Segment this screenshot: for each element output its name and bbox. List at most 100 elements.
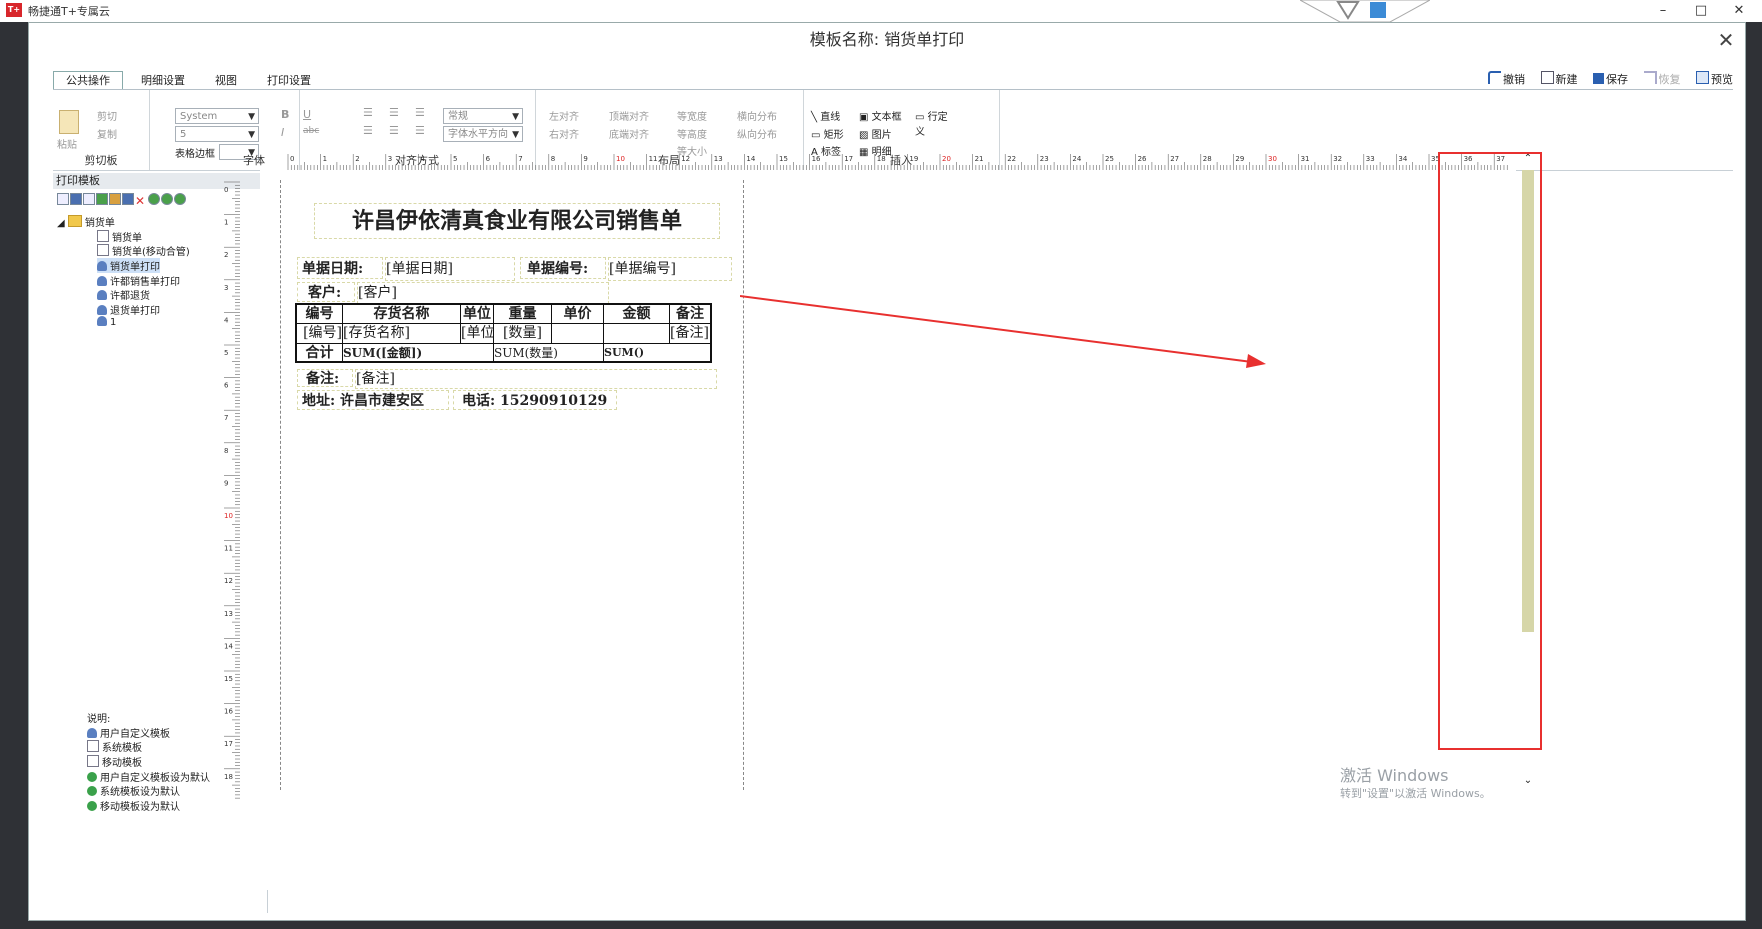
phone-label[interactable]: 电话: 15290910129: [453, 390, 617, 410]
font-name-select[interactable]: System ▼: [175, 108, 259, 124]
layout-right-align[interactable]: 右对齐: [549, 126, 579, 141]
save-template-icon[interactable]: [70, 193, 82, 205]
insert-textbox-button[interactable]: ▣ 文本框: [859, 108, 902, 123]
new-button[interactable]: 新建: [1540, 71, 1578, 87]
text-style-select[interactable]: 常规 ▼: [443, 108, 523, 124]
align-center-icon[interactable]: ☰: [389, 106, 399, 119]
table-body-cell[interactable]: [604, 324, 670, 344]
tab-common[interactable]: 公共操作: [53, 71, 123, 90]
remark-label[interactable]: 备注:: [297, 369, 353, 387]
layout-left-align[interactable]: 左对齐: [549, 108, 579, 123]
redo-button[interactable]: 恢复: [1643, 71, 1681, 87]
copy-button[interactable]: 复制: [97, 126, 117, 141]
ruler-label: 33: [1366, 155, 1375, 163]
layout-h-distribute[interactable]: 横向分布: [737, 108, 777, 123]
text-direction-select[interactable]: 字体水平方向 ▼: [443, 126, 523, 142]
close-app-button[interactable]: ✕: [1720, 0, 1758, 22]
valign-middle-icon[interactable]: ☰: [389, 124, 399, 137]
layout-same-height[interactable]: 等高度: [677, 126, 707, 141]
table-header-cell[interactable]: 存货名称: [343, 305, 461, 324]
preview-button[interactable]: 预览: [1696, 71, 1733, 87]
insert-line-button[interactable]: ╲ 直线: [811, 108, 840, 123]
remark-field[interactable]: [备注]: [355, 369, 717, 389]
table-body-cell[interactable]: [单位]: [461, 324, 494, 344]
layout-top-align[interactable]: 顶端对齐: [609, 108, 649, 123]
tree-item[interactable]: 销货单(移动合管): [97, 243, 190, 258]
insert-rowfix-button[interactable]: ▭ 行定义: [915, 108, 955, 138]
tree-item[interactable]: 许都退货: [97, 287, 150, 302]
valign-top-icon[interactable]: ☰: [363, 124, 373, 137]
save-button[interactable]: 保存: [1593, 71, 1628, 87]
total-sum-cell[interactable]: SUM(): [604, 344, 710, 361]
valign-bottom-icon[interactable]: ☰: [415, 124, 425, 137]
italic-button[interactable]: I: [281, 126, 284, 139]
date-label[interactable]: 单据日期:: [297, 257, 383, 279]
set-default-icon[interactable]: [109, 193, 121, 205]
ruler-label: 2: [355, 155, 359, 163]
paste-button[interactable]: 粘贴: [57, 136, 77, 151]
table-body-cell[interactable]: [备注]: [670, 324, 710, 344]
tree-root[interactable]: ◢ 销货单: [57, 214, 115, 229]
maximize-button[interactable]: □: [1682, 0, 1720, 22]
table-header-cell[interactable]: 单位: [461, 305, 494, 324]
tree-item[interactable]: 销货单: [97, 229, 142, 244]
total-qty-cell[interactable]: SUM(数量): [494, 344, 604, 361]
undo-button[interactable]: 撤销: [1488, 71, 1525, 87]
table-body-cell[interactable]: [存货名称]: [343, 324, 461, 344]
user-icon: [97, 316, 107, 326]
report-title[interactable]: 许昌伊依清真食业有限公司销售单: [314, 203, 720, 239]
customer-field[interactable]: [客户]: [357, 282, 609, 304]
green-template-icon[interactable]: [96, 193, 108, 205]
insert-rect-button[interactable]: ▭ 矩形: [811, 126, 844, 141]
insert-image-button[interactable]: ▨ 图片: [859, 126, 892, 141]
total-label-cell[interactable]: 合计: [297, 344, 343, 361]
detail-table[interactable]: 编号 存货名称 单位 重量 单价 金额 备注 [编号] [存货名称] [单位] …: [295, 303, 712, 363]
number-field[interactable]: [单据编号]: [608, 257, 732, 281]
table-header-cell[interactable]: 单价: [552, 305, 604, 324]
font-size-select[interactable]: 5 ▼: [175, 126, 259, 142]
legend-item: 系统模板: [87, 739, 142, 754]
customer-label[interactable]: 客户:: [297, 282, 355, 302]
table-body-cell[interactable]: [552, 324, 604, 344]
insert-image-label: 图片: [871, 130, 892, 141]
table-header-cell[interactable]: 编号: [297, 305, 343, 324]
refresh-icon[interactable]: [174, 193, 186, 205]
table-header-cell[interactable]: 备注: [670, 305, 710, 324]
total-amount-cell[interactable]: SUM([金额]): [343, 344, 494, 361]
new-template-icon[interactable]: [57, 193, 69, 205]
layout-bottom-align[interactable]: 底端对齐: [609, 126, 649, 141]
tab-print[interactable]: 打印设置: [255, 72, 323, 89]
tab-detail[interactable]: 明细设置: [129, 72, 197, 89]
undo-icon: [1488, 71, 1501, 84]
align-right-icon[interactable]: ☰: [415, 106, 425, 119]
bold-button[interactable]: B: [281, 108, 289, 121]
layout-same-width[interactable]: 等宽度: [677, 108, 707, 123]
delete-icon[interactable]: ✕: [135, 195, 147, 207]
import-icon[interactable]: [148, 193, 160, 205]
tree-item[interactable]: 1: [97, 316, 116, 328]
dialog-close-button[interactable]: ✕: [1713, 27, 1739, 53]
copy-template-icon[interactable]: [83, 193, 95, 205]
tab-view[interactable]: 视图: [203, 72, 249, 89]
minimize-button[interactable]: –: [1644, 0, 1682, 22]
layout-v-distribute[interactable]: 纵向分布: [737, 126, 777, 141]
number-label[interactable]: 单据编号:: [520, 257, 606, 279]
tree-item-selected[interactable]: 销货单打印: [97, 258, 160, 273]
table-header-cell[interactable]: 重量: [494, 305, 552, 324]
export-icon[interactable]: [161, 193, 173, 205]
table-body-cell[interactable]: [编号]: [297, 324, 343, 344]
edit-template-icon[interactable]: [122, 193, 134, 205]
align-left-icon[interactable]: ☰: [363, 106, 373, 119]
table-header-cell[interactable]: 金额: [604, 305, 670, 324]
template-toolbar: ✕: [57, 193, 187, 209]
address-label[interactable]: 地址: 许昌市建安区: [297, 390, 449, 410]
tree-item[interactable]: 许都销售单打印: [97, 273, 180, 288]
tree-item[interactable]: 退货单打印: [97, 302, 160, 317]
chevron-down-icon: ▼: [512, 112, 519, 122]
table-body-cell[interactable]: [数量]: [494, 324, 552, 344]
ruler-label: 11: [224, 545, 233, 553]
cut-button[interactable]: 剪切: [97, 108, 117, 123]
scroll-down-icon[interactable]: ⌄: [1520, 774, 1536, 788]
date-field[interactable]: [单据日期]: [385, 257, 515, 281]
save-label: 保存: [1606, 73, 1628, 86]
